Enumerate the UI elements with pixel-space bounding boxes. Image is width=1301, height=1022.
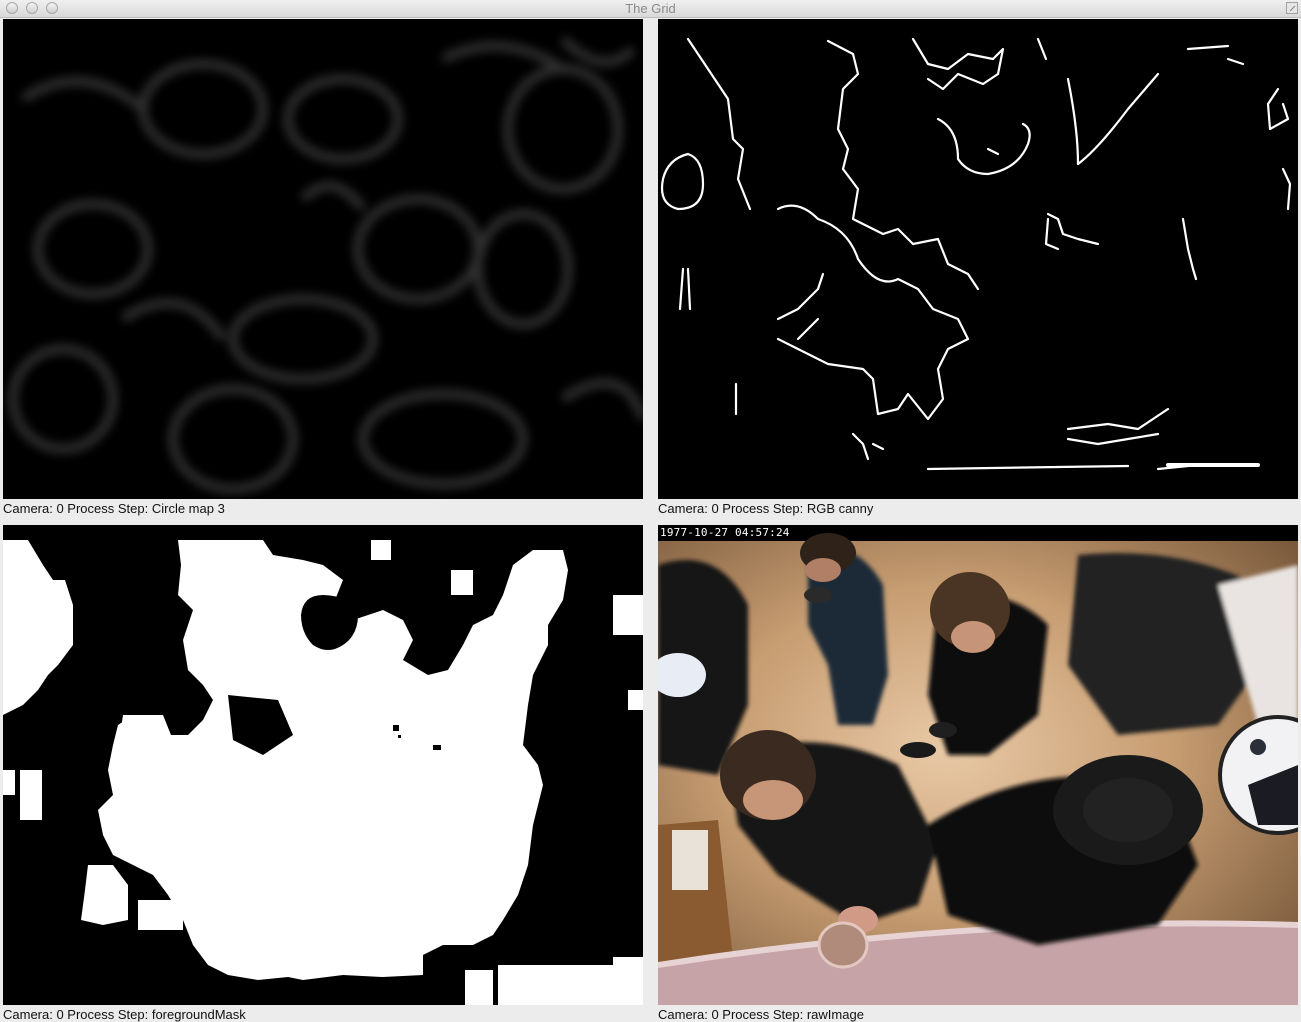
rgb-canny-view xyxy=(658,19,1298,499)
fullscreen-icon[interactable] xyxy=(1286,2,1298,14)
raw-image-view: 1977-10-27 04:57:24 xyxy=(658,525,1298,1005)
rgb-canny-image xyxy=(658,19,1298,499)
window-title: The Grid xyxy=(625,1,676,16)
rgb-canny-caption: Camera: 0 Process Step: RGB canny xyxy=(658,501,874,516)
camera-timestamp: 1977-10-27 04:57:24 xyxy=(660,526,790,539)
circle-map-caption: Camera: 0 Process Step: Circle map 3 xyxy=(3,501,225,516)
foreground-mask-view xyxy=(3,525,643,1005)
foreground-mask-image xyxy=(3,525,643,1005)
raw-image-caption: Camera: 0 Process Step: rawImage xyxy=(658,1007,864,1022)
raw-camera-image xyxy=(658,525,1298,1005)
foreground-mask-caption: Camera: 0 Process Step: foregroundMask xyxy=(3,1007,246,1022)
circle-map-view xyxy=(3,19,643,499)
window-titlebar: The Grid xyxy=(0,0,1301,18)
circle-map-image xyxy=(3,19,643,499)
